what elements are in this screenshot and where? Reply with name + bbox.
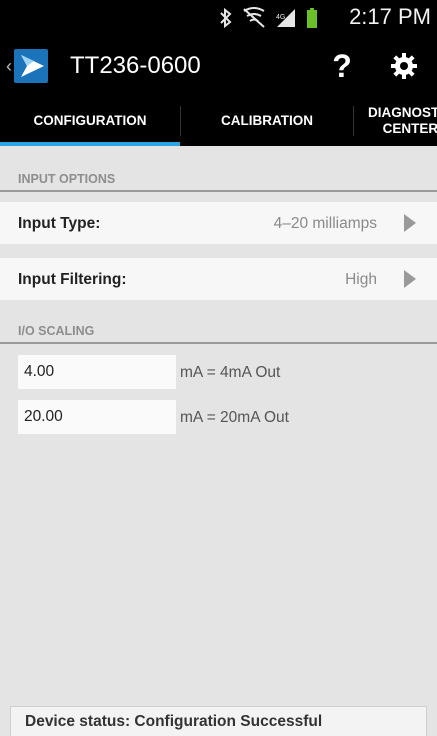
cell-signal-icon: 4G [276, 9, 295, 27]
settings-button[interactable] [386, 48, 422, 84]
input-filtering-label: Input Filtering: [18, 271, 127, 288]
tab-diagnostic-center[interactable]: DIAGNOSTIC CENTER [354, 96, 437, 146]
action-bar: ‹ TT236-0600 ? [0, 36, 437, 96]
device-status-text: Device status: Configuration Successful [25, 713, 323, 730]
input-filtering-row[interactable]: Input Filtering: High [0, 258, 437, 300]
battery-icon [307, 8, 317, 28]
chevron-right-icon [404, 214, 416, 232]
scale-high-input[interactable] [18, 400, 176, 434]
bluetooth-icon [220, 7, 232, 29]
input-type-label: Input Type: [18, 215, 101, 232]
tab-bar: CONFIGURATION CALIBRATION DIAGNOSTIC CEN… [0, 96, 437, 146]
section-header-input-options: INPUT OPTIONS [0, 160, 437, 192]
app-title: TT236-0600 [70, 52, 201, 79]
help-button[interactable]: ? [324, 44, 360, 88]
input-filtering-value: High [345, 271, 377, 288]
section-header-io-scaling: I/O SCALING [0, 312, 437, 344]
svg-text:4G: 4G [276, 14, 285, 21]
status-icons: 4G [219, 6, 319, 30]
back-chevron-icon[interactable]: ‹ [6, 56, 12, 77]
gear-icon [391, 53, 417, 79]
scale-low-input[interactable] [18, 355, 176, 389]
app-logo-mark [21, 55, 44, 77]
input-type-value: 4–20 milliamps [273, 215, 377, 232]
app-logo-icon[interactable] [14, 49, 48, 83]
device-status-bar: Device status: Configuration Successful [10, 706, 427, 736]
section-title: INPUT OPTIONS [18, 172, 116, 186]
tab-calibration[interactable]: CALIBRATION [181, 96, 353, 146]
app-screen: 4G 2:17 PM ‹ TT236-0600 ? CONFIGURATION … [0, 0, 437, 736]
status-time: 2:17 PM [349, 4, 431, 29]
chevron-right-icon [404, 270, 416, 288]
status-bar: 4G 2:17 PM [0, 0, 437, 36]
scale-high-label: mA = 20mA Out [180, 409, 289, 426]
section-title: I/O SCALING [18, 324, 95, 338]
tab-selected-indicator [0, 142, 180, 146]
tab-configuration[interactable]: CONFIGURATION [0, 96, 180, 146]
signal-muted-icon [243, 7, 265, 28]
scale-low-label: mA = 4mA Out [180, 364, 281, 381]
input-type-row[interactable]: Input Type: 4–20 milliamps [0, 202, 437, 244]
